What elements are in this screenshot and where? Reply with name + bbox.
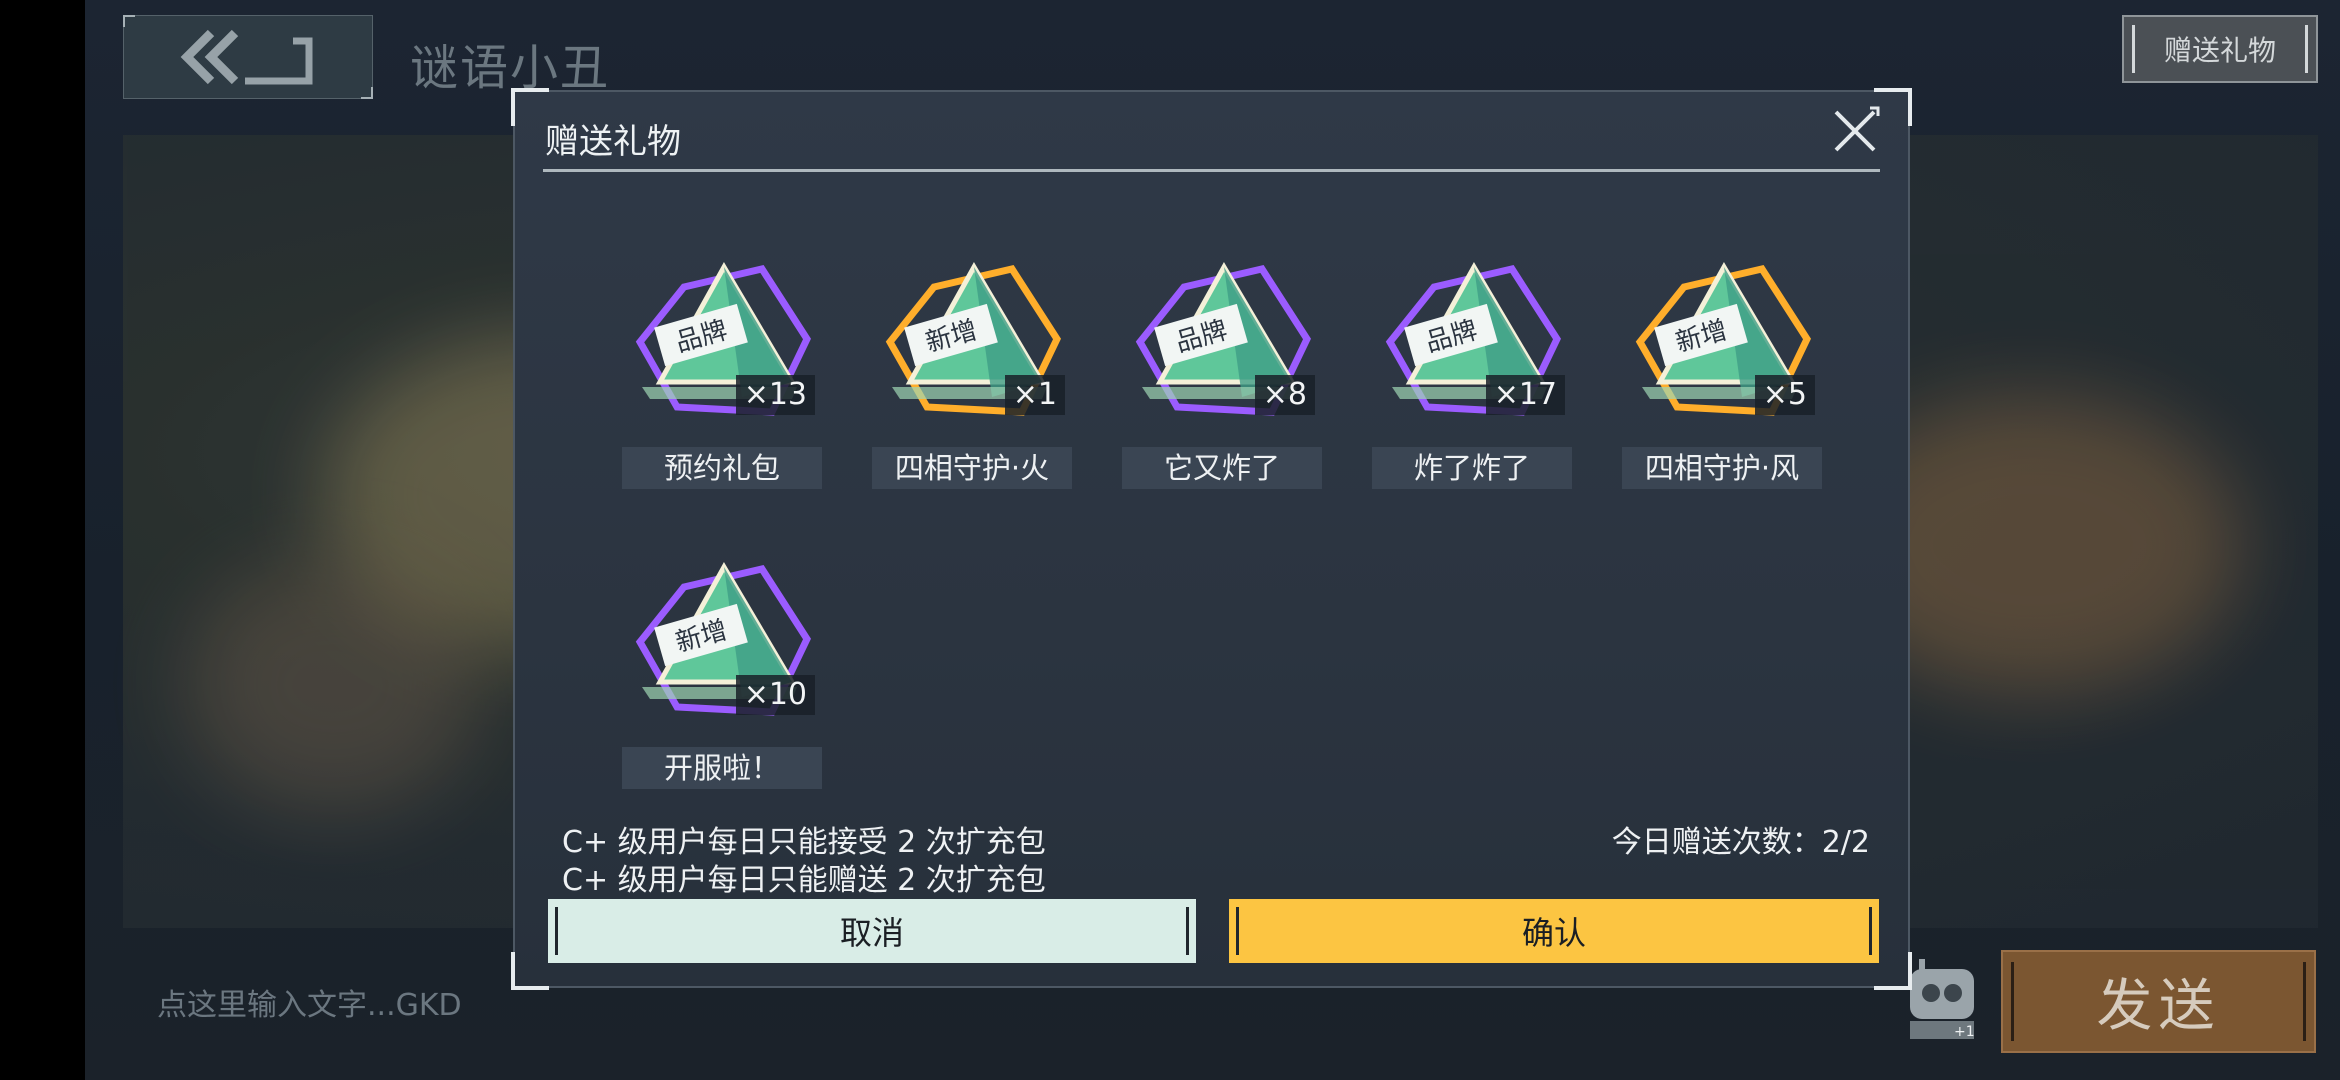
double-chevron-left-icon bbox=[180, 29, 313, 85]
emoji-badge: +1 bbox=[1954, 1024, 1975, 1040]
gift-label: 炸了炸了 bbox=[1372, 447, 1572, 489]
gift-label: 四相守护·火 bbox=[872, 447, 1072, 489]
gift-label: 它又炸了 bbox=[1122, 447, 1322, 489]
cancel-button[interactable]: 取消 bbox=[548, 899, 1196, 963]
gift-label: 开服啦！ bbox=[622, 747, 822, 789]
gift-count: ×5 bbox=[1754, 375, 1815, 415]
gift-dialog: 赠送礼物 品牌 ×13 预约礼包 新增 ×1 四相守护·火 品牌 ×8 它又炸了 品牌 ×17 炸了炸… bbox=[511, 88, 1912, 990]
send-button[interactable]: 发送 bbox=[2001, 950, 2316, 1053]
gift-count: ×8 bbox=[1254, 375, 1315, 415]
page-title: 谜语小丑 bbox=[410, 40, 611, 96]
gift-count: ×13 bbox=[735, 375, 815, 415]
gift-label: 四相守护·风 bbox=[1622, 447, 1822, 489]
back-button[interactable] bbox=[123, 15, 373, 99]
rule-send-text: C+ 级用户每日只能赠送 2 次扩充包 bbox=[562, 863, 1046, 898]
title-divider bbox=[543, 169, 1880, 172]
gift-label: 预约礼包 bbox=[622, 447, 822, 489]
message-input[interactable]: 点这里输入文字...GKD bbox=[157, 980, 462, 1024]
gift-count: ×17 bbox=[1485, 375, 1565, 415]
dialog-title: 赠送礼物 bbox=[545, 122, 681, 162]
gift-count: ×10 bbox=[735, 675, 815, 715]
emoji-robot-icon[interactable]: +1 bbox=[1907, 955, 1977, 1040]
daily-gift-count: 今日赠送次数：2/2 bbox=[1611, 825, 1870, 860]
send-gift-header-button[interactable]: 赠送礼物 bbox=[2122, 15, 2318, 83]
confirm-button[interactable]: 确认 bbox=[1229, 899, 1879, 963]
close-icon[interactable] bbox=[1830, 106, 1880, 156]
gift-count: ×1 bbox=[1004, 375, 1065, 415]
